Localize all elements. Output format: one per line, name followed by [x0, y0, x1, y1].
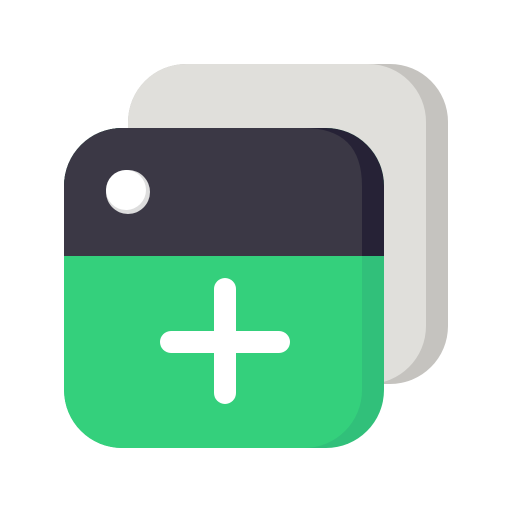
add-new-tab-icon: [64, 64, 448, 448]
icon-canvas: [0, 0, 512, 512]
window-dot-icon: [106, 170, 150, 214]
